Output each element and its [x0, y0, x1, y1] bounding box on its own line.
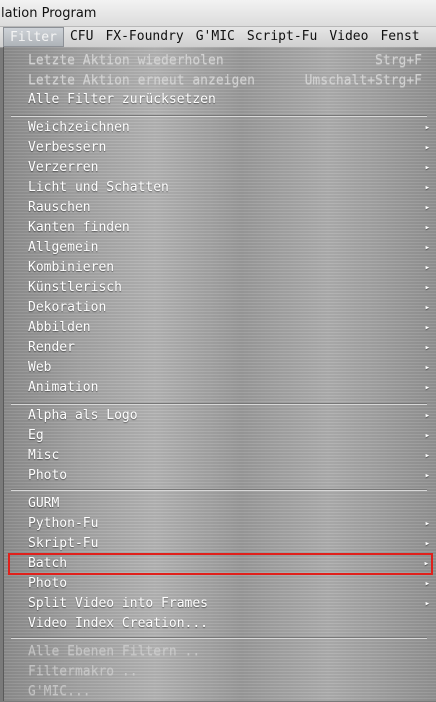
menu-item-kuenstlerisch[interactable]: Künstlerisch ▸: [4, 278, 434, 298]
menubar: Filter CFU FX-Foundry G'MIC Script-Fu Vi…: [0, 27, 436, 48]
menu-item-skript-fu[interactable]: Skript-Fu ▸: [4, 534, 434, 554]
menu-item-animation[interactable]: Animation ▸: [4, 378, 434, 398]
menu-item-rauschen[interactable]: Rauschen ▸: [4, 198, 434, 218]
menu-item-weichzeichnen[interactable]: Weichzeichnen ▸: [4, 118, 434, 138]
menu-item-licht-und-schatten[interactable]: Licht und Schatten ▸: [4, 178, 434, 198]
menu-item-alpha-als-logo[interactable]: Alpha als Logo ▸: [4, 406, 434, 426]
menu-item-eg[interactable]: Eg ▸: [4, 426, 434, 446]
menu-item-alle-ebenen-filtern: Alle Ebenen Filtern ..: [28, 644, 201, 659]
menu-video[interactable]: Video: [323, 27, 374, 47]
submenu-arrow-icon: ▸: [424, 323, 430, 333]
menu-item-misc[interactable]: Misc ▸: [4, 446, 434, 466]
submenu-arrow-icon: ▸: [424, 519, 430, 529]
submenu-arrow-icon: ▸: [424, 411, 430, 421]
submenu-arrow-icon: ▸: [424, 203, 430, 213]
menu-item-photo-2[interactable]: Photo ▸: [4, 574, 434, 594]
menu-fx-foundry[interactable]: FX-Foundry: [99, 27, 189, 47]
submenu-arrow-icon: ▸: [424, 243, 430, 253]
menu-item-allgemein[interactable]: Allgemein ▸: [4, 238, 434, 258]
submenu-arrow-icon: ▸: [424, 223, 430, 233]
submenu-arrow-icon: ▸: [424, 363, 430, 373]
submenu-arrow-icon: ▸: [424, 451, 430, 461]
menu-item-repeat-last: Letzte Aktion wiederholen Strg+F: [28, 53, 422, 68]
menu-item-abbilden[interactable]: Abbilden ▸: [4, 318, 434, 338]
menu-item-reset-all[interactable]: Alle Filter zurücksetzen: [4, 90, 434, 110]
submenu-arrow-icon: ▸: [424, 123, 430, 133]
submenu-arrow-icon: ▸: [424, 283, 430, 293]
menu-separator: [11, 637, 427, 639]
menu-item-dekoration[interactable]: Dekoration ▸: [4, 298, 434, 318]
menu-separator: [11, 489, 427, 491]
menu-separator: [11, 403, 427, 405]
submenu-arrow-icon: ▸: [424, 539, 430, 549]
menu-cfu[interactable]: CFU: [64, 27, 99, 47]
submenu-arrow-icon: ▸: [424, 343, 430, 353]
menu-item-split-video[interactable]: Split Video into Frames ▸: [4, 594, 434, 614]
menu-item-kombinieren[interactable]: Kombinieren ▸: [4, 258, 434, 278]
filter-dropdown-menu: Letzte Aktion wiederholen Strg+F Letzte …: [3, 47, 436, 701]
submenu-arrow-icon: ▸: [424, 163, 430, 173]
menu-item-gmic-dialog: G'MIC...: [28, 684, 91, 699]
menu-item-photo-1[interactable]: Photo ▸: [4, 466, 434, 486]
submenu-arrow-icon: ▸: [424, 579, 430, 589]
menu-item-batch[interactable]: Batch ▸: [8, 553, 433, 575]
menu-item-gurm[interactable]: GURM: [4, 494, 434, 514]
menu-fenster[interactable]: Fenst: [374, 27, 425, 47]
submenu-arrow-icon: ▸: [424, 183, 430, 193]
window-title: lation Program: [0, 0, 436, 27]
menu-item-render[interactable]: Render ▸: [4, 338, 434, 358]
submenu-arrow-icon: ▸: [424, 471, 430, 481]
submenu-arrow-icon: ▸: [424, 431, 430, 441]
menu-item-kanten-finden[interactable]: Kanten finden ▸: [4, 218, 434, 238]
menu-item-verbessern[interactable]: Verbessern ▸: [4, 138, 434, 158]
menu-item-web[interactable]: Web ▸: [4, 358, 434, 378]
submenu-arrow-icon: ▸: [423, 559, 429, 569]
menu-item-video-index[interactable]: Video Index Creation...: [4, 614, 434, 634]
menu-item-python-fu[interactable]: Python-Fu ▸: [4, 514, 434, 534]
submenu-arrow-icon: ▸: [424, 599, 430, 609]
submenu-arrow-icon: ▸: [424, 263, 430, 273]
submenu-arrow-icon: ▸: [424, 143, 430, 153]
menu-filter[interactable]: Filter: [3, 27, 64, 47]
menu-item-filtermakro: Filtermakro ..: [28, 664, 138, 679]
submenu-arrow-icon: ▸: [424, 383, 430, 393]
menu-item-verzerren[interactable]: Verzerren ▸: [4, 158, 434, 178]
menu-gmic[interactable]: G'MIC: [190, 27, 241, 47]
submenu-arrow-icon: ▸: [424, 303, 430, 313]
menu-script-fu[interactable]: Script-Fu: [241, 27, 323, 47]
menu-separator: [11, 115, 427, 117]
menu-item-reshow-last: Letzte Aktion erneut anzeigen Umschalt+S…: [28, 73, 422, 88]
